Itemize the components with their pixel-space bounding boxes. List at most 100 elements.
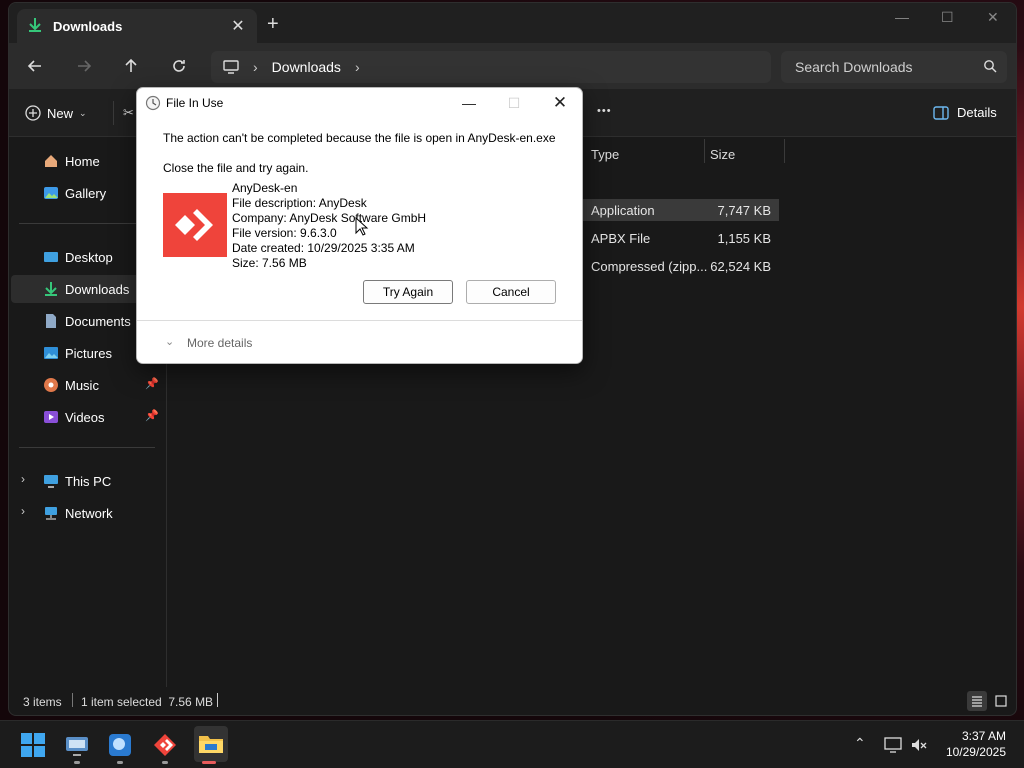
tab-downloads[interactable]: Downloads ✕: [17, 9, 257, 43]
start-button[interactable]: [19, 731, 47, 759]
taskbar-app-anydesk[interactable]: [151, 731, 179, 759]
download-arrow-icon: [27, 17, 43, 36]
cut-icon[interactable]: ✂: [123, 105, 134, 121]
status-divider: [72, 693, 73, 707]
file-company: Company: AnyDesk Software GmbH: [232, 211, 427, 225]
dialog-close-button[interactable]: ✕: [540, 92, 580, 114]
this-pc-icon: [44, 475, 58, 488]
maximize-button[interactable]: ☐: [941, 9, 954, 26]
table-row[interactable]: Application 7,747 KB: [583, 199, 779, 221]
sidebar-item-label: Desktop: [65, 249, 113, 265]
tab-strip: Downloads ✕ + — ☐ ✕: [9, 3, 1016, 43]
home-icon: [45, 155, 57, 167]
network-icon: [45, 507, 57, 520]
display-icon[interactable]: [884, 736, 902, 754]
column-header-size[interactable]: Size: [710, 147, 735, 162]
sidebar-item-label: Downloads: [65, 281, 130, 297]
chevron-right-icon[interactable]: ›: [21, 472, 25, 486]
plus-circle-icon: [25, 105, 41, 121]
close-window-button[interactable]: ✕: [987, 9, 999, 26]
details-button[interactable]: Details: [933, 105, 997, 120]
pin-icon: 📌: [145, 410, 159, 422]
taskbar-app-search[interactable]: [106, 731, 134, 759]
active-indicator: [202, 761, 216, 764]
refresh-button[interactable]: [165, 53, 193, 79]
table-row[interactable]: APBX File 1,155 KB: [583, 227, 779, 249]
sidebar-item-label: Music: [65, 377, 99, 393]
clock-icon: [145, 95, 161, 111]
sidebar-item-label: Documents: [65, 313, 131, 329]
more-details-toggle[interactable]: More details: [187, 336, 252, 350]
running-indicator: [162, 761, 168, 764]
taskbar-app-file-explorer[interactable]: [194, 726, 228, 762]
column-separator[interactable]: [704, 139, 705, 163]
sidebar-item-label: Videos: [65, 409, 105, 425]
sidebar-item-network[interactable]: › Network: [11, 499, 163, 527]
column-separator[interactable]: [784, 139, 785, 163]
new-button[interactable]: New ⌄: [25, 105, 87, 121]
sidebar-item-label: Home: [65, 153, 100, 169]
show-hidden-icons-chevron[interactable]: ⌃: [854, 735, 866, 752]
chevron-down-icon: ⌄: [79, 107, 87, 118]
tiles-view-icon: [995, 695, 1007, 707]
magnifier-app-icon: [109, 734, 131, 756]
column-header-type[interactable]: Type: [591, 147, 619, 162]
music-icon: [44, 378, 58, 392]
up-arrow-icon: [125, 58, 137, 72]
dialog-minimize-button[interactable]: —: [449, 92, 489, 114]
back-button[interactable]: [21, 53, 49, 79]
address-bar[interactable]: › Downloads ›: [211, 51, 771, 83]
cancel-button[interactable]: Cancel: [466, 280, 556, 304]
file-date-created: Date created: 10/29/2025 3:35 AM: [232, 241, 415, 255]
up-button[interactable]: [117, 53, 145, 79]
more-options-button[interactable]: •••: [597, 105, 612, 117]
sidebar-item-label: Gallery: [65, 185, 107, 201]
running-indicator: [117, 761, 123, 764]
sidebar-item-music[interactable]: Music 📌: [11, 371, 163, 399]
documents-icon: [46, 314, 56, 328]
try-again-button[interactable]: Try Again: [363, 280, 453, 304]
details-view-button[interactable]: [967, 691, 987, 711]
chevron-right-icon: ›: [354, 59, 360, 75]
list-view-icon: [972, 696, 982, 707]
desktop-icon: [44, 252, 58, 262]
downloads-icon: [45, 282, 57, 296]
file-version: File version: 9.6.3.0: [232, 226, 337, 240]
clock-time[interactable]: 3:37 AM: [956, 729, 1006, 743]
remote-desktop-icon: [66, 737, 88, 756]
anydesk-logo-icon: [175, 209, 213, 241]
sidebar-item-label: This PC: [65, 473, 112, 489]
search-icon: [984, 60, 997, 73]
details-label: Details: [957, 105, 997, 120]
new-tab-button[interactable]: +: [267, 13, 279, 35]
sidebar-divider: [19, 447, 155, 448]
forward-arrow-icon: [78, 60, 92, 72]
back-arrow-icon: [27, 60, 41, 72]
details-pane-icon: [933, 105, 949, 120]
chevron-down-icon[interactable]: ⌄: [165, 335, 174, 348]
gallery-icon: [44, 187, 58, 199]
file-name: AnyDesk-en: [232, 181, 298, 195]
file-size: 7,747 KB: [717, 203, 772, 218]
running-indicator: [74, 761, 80, 764]
sidebar-item-videos[interactable]: Videos 📌: [11, 403, 163, 431]
chevron-right-icon[interactable]: ›: [21, 504, 25, 518]
anydesk-taskbar-icon: [154, 734, 176, 756]
clock-date[interactable]: 10/29/2025: [938, 745, 1006, 759]
table-row[interactable]: Compressed (zipp... 62,524 KB: [583, 255, 779, 277]
close-tab-icon[interactable]: ✕: [227, 15, 249, 37]
windows-logo-icon: [21, 733, 45, 757]
status-divider: [217, 693, 218, 707]
breadcrumb-downloads[interactable]: Downloads: [272, 59, 341, 75]
search-input[interactable]: Search Downloads: [781, 51, 1007, 83]
sidebar-item-this-pc[interactable]: › This PC: [11, 467, 163, 495]
volume-muted-icon[interactable]: [910, 736, 928, 754]
pictures-icon: [44, 347, 58, 359]
minimize-button[interactable]: —: [895, 9, 909, 25]
forward-button[interactable]: [70, 53, 98, 79]
status-bar: 3 items 1 item selected 7.56 MB: [9, 687, 1016, 715]
search-placeholder: Search Downloads: [795, 59, 913, 75]
taskbar-app-remote[interactable]: [63, 731, 91, 759]
tiles-view-button[interactable]: [991, 691, 1011, 711]
dialog-footer: ⌄ More details: [137, 320, 582, 363]
